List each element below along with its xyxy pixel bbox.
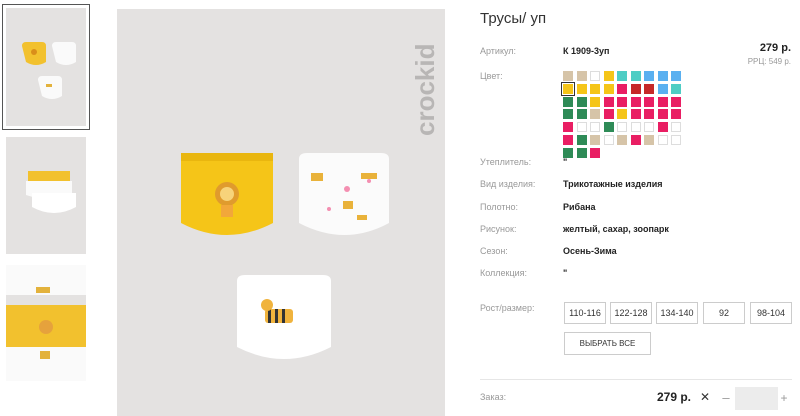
page-title: Трусы/ уп [480,10,547,27]
order-label: Заказ: [480,392,507,402]
color-swatch[interactable] [603,109,614,120]
color-swatch[interactable] [644,122,654,133]
quantity-decrement-button[interactable]: – [719,388,733,408]
color-swatch[interactable] [603,83,614,94]
thumbnail-strip [0,0,95,416]
color-swatch[interactable] [617,71,627,81]
color-swatch[interactable] [617,109,627,120]
attr-value: желтый, сахар, зоопарк [563,224,669,234]
attr-label: Коллекция: [480,268,528,278]
color-swatch[interactable] [671,96,681,107]
color-swatch[interactable] [617,122,627,133]
size-option-98-104[interactable]: 98-104 [750,302,792,324]
color-swatch[interactable] [630,109,641,120]
color-swatch[interactable] [617,135,627,145]
color-swatch[interactable] [590,71,600,81]
attr-label: Сезон: [480,246,508,256]
size-option-134-140[interactable]: 134-140 [656,302,698,324]
color-swatch[interactable] [644,83,654,94]
attr-value: Осень-Зима [563,246,617,256]
color-swatch[interactable] [590,122,600,133]
attr-value: Трикотажные изделия [563,179,663,189]
attr-value: " [563,157,568,167]
thumbnail-3[interactable] [6,265,86,381]
color-swatch[interactable] [590,135,600,145]
thumbnail-1[interactable] [2,4,90,130]
divider [480,379,792,380]
color-swatch[interactable] [657,135,668,145]
color-swatch[interactable] [671,83,681,94]
color-swatch[interactable] [657,71,668,81]
color-label: Цвет: [480,71,503,81]
color-swatch[interactable] [630,135,641,145]
remove-icon[interactable]: ✕ [700,390,710,404]
color-swatch[interactable] [563,109,573,120]
color-swatch[interactable] [657,83,668,94]
color-swatch[interactable] [657,109,668,120]
attr-label: Полотно: [480,202,519,212]
quantity-increment-button[interactable]: + [777,388,791,408]
price: 279 р. [759,42,791,54]
size-option-110-116[interactable]: 110-116 [564,302,606,324]
color-swatch[interactable] [630,122,641,133]
color-swatch[interactable] [576,147,587,158]
attr-value: " [563,268,568,278]
color-swatch[interactable] [671,122,681,133]
attr-label: Вид изделия: [480,179,536,189]
article-label: Артикул: [480,46,517,56]
color-swatch[interactable] [576,71,587,81]
color-swatch[interactable] [644,109,654,120]
color-swatch[interactable] [617,96,627,107]
color-swatch[interactable] [576,135,587,145]
color-swatch[interactable] [617,83,627,94]
color-swatch[interactable] [590,109,600,120]
color-swatch[interactable] [603,96,614,107]
size-option-122-128[interactable]: 122-128 [610,302,652,324]
color-swatch[interactable] [603,135,614,145]
color-swatch[interactable] [576,109,587,120]
select-all-button[interactable]: ВЫБРАТЬ ВСЕ [564,332,651,355]
color-swatch[interactable] [671,109,681,120]
color-swatch[interactable] [561,81,575,96]
color-swatch[interactable] [563,135,573,145]
color-swatch[interactable] [657,122,668,133]
color-swatch[interactable] [590,96,600,107]
color-swatch[interactable] [563,71,573,81]
color-swatch[interactable] [563,96,573,107]
color-swatch[interactable] [671,71,681,81]
attr-label: Утеплитель: [480,157,532,167]
color-swatch[interactable] [576,96,587,107]
size-label: Рост/размер: [480,303,535,313]
attr-label: Рисунок: [480,224,517,234]
color-swatch[interactable] [630,96,641,107]
color-swatch[interactable] [644,135,654,145]
crockid-logo: crockid [410,44,440,137]
color-swatch[interactable] [603,71,614,81]
color-swatch[interactable] [603,122,614,133]
color-swatch[interactable] [657,96,668,107]
color-swatch[interactable] [644,96,654,107]
color-swatch[interactable] [576,83,587,94]
color-swatch[interactable] [671,135,681,145]
color-swatch[interactable] [590,83,600,94]
color-swatch[interactable] [563,122,573,133]
rrp-price: РРЦ: 549 р. [747,57,791,66]
quantity-input[interactable] [735,387,778,410]
size-option-92[interactable]: 92 [703,302,745,324]
order-price: 279 р. [657,390,692,404]
color-swatch[interactable] [630,83,641,94]
thumbnail-2[interactable] [6,137,86,254]
color-swatch[interactable] [644,71,654,81]
attr-value: Рибана [563,202,596,212]
product-main-image: crockid [117,9,445,416]
brand-logo-text: crockid [410,44,440,137]
color-swatch[interactable] [630,71,641,81]
article-value: К 1909-3уп [563,46,610,56]
color-swatch[interactable] [576,122,587,133]
color-swatch[interactable] [590,147,600,158]
